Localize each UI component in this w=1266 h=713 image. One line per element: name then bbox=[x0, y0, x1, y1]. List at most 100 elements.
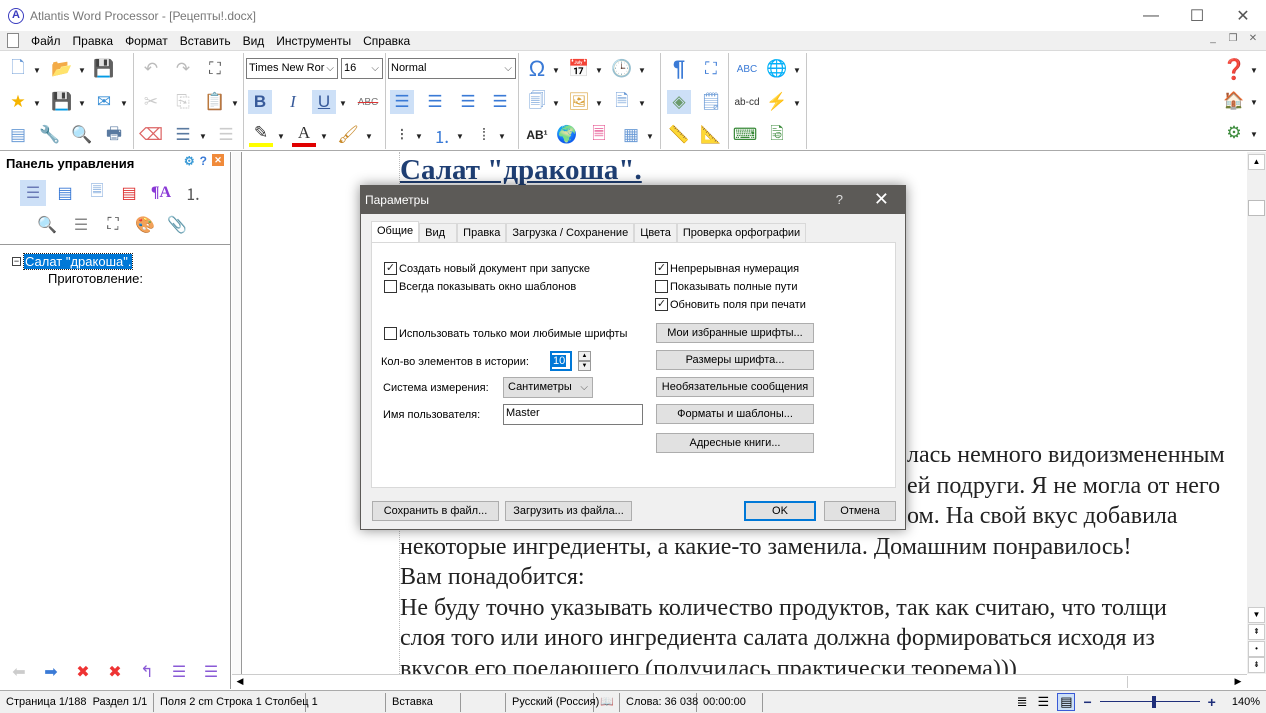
menu-help[interactable]: Справка bbox=[357, 34, 416, 48]
styles-icon[interactable]: ¶A bbox=[148, 180, 174, 206]
open-folder-icon[interactable]: 📂 bbox=[50, 57, 74, 81]
bullet-list-dropdown-icon[interactable]: ▼ bbox=[415, 132, 423, 141]
scroll-left-arrow-icon[interactable]: ◀ bbox=[233, 676, 247, 687]
checkbox-box[interactable] bbox=[384, 280, 397, 293]
spin-down-arrow-icon[interactable]: ▼ bbox=[578, 361, 591, 371]
checkbox-continuous-numbering[interactable]: ✓ Непрерывная нумерация bbox=[655, 262, 799, 275]
cut-icon[interactable]: ✂ bbox=[139, 90, 163, 114]
load-from-file-button[interactable]: Загрузить из файла... bbox=[505, 501, 632, 521]
status-language[interactable]: Русский (Россия) bbox=[506, 692, 599, 712]
vertical-ruler-icon[interactable]: 📐 bbox=[699, 123, 723, 147]
checkbox-box[interactable] bbox=[384, 327, 397, 340]
menu-tools[interactable]: Инструменты bbox=[270, 34, 357, 48]
tree-node-label[interactable]: Салат "дракоша". bbox=[22, 253, 134, 270]
web-check-dropdown-icon[interactable]: ▼ bbox=[793, 66, 801, 75]
maximize-button[interactable]: ☐ bbox=[1174, 0, 1220, 31]
next-page-icon[interactable]: ⇟ bbox=[1248, 657, 1265, 673]
page-thumbnails-icon[interactable]: 🗏 bbox=[84, 180, 110, 206]
bookmark-icon[interactable]: 🗏 bbox=[587, 123, 611, 147]
copy-icon[interactable]: ⎘ bbox=[171, 90, 195, 114]
tree-node-child[interactable]: Приготовление: bbox=[48, 271, 143, 286]
save-as-dropdown-icon[interactable]: ▼ bbox=[78, 99, 86, 108]
delete-heading-icon[interactable]: ✖ bbox=[70, 662, 96, 686]
tab-load-save[interactable]: Загрузка / Сохранение bbox=[506, 223, 635, 242]
history-count-input[interactable]: 10 bbox=[550, 351, 572, 371]
zoom-slider-knob[interactable] bbox=[1152, 696, 1157, 708]
close-window-button[interactable]: ✕ bbox=[1220, 0, 1266, 31]
auto-correct-dropdown-icon[interactable]: ▼ bbox=[793, 99, 801, 108]
insert-time-clock-icon[interactable]: 🕒 bbox=[610, 57, 634, 81]
dialog-help-button[interactable]: ? bbox=[836, 192, 843, 207]
insert-picture-icon[interactable]: 🖼 bbox=[567, 90, 591, 114]
checkbox-box[interactable] bbox=[655, 280, 668, 293]
menu-insert[interactable]: Вставить bbox=[174, 34, 237, 48]
checkbox-box[interactable]: ✓ bbox=[655, 298, 668, 311]
numbered-list-icon[interactable]: ⒈ bbox=[430, 123, 454, 147]
new-document-icon[interactable]: 🗋 bbox=[6, 57, 30, 81]
redo-icon[interactable]: ↷ bbox=[171, 57, 195, 81]
tab-view[interactable]: Вид bbox=[419, 223, 458, 242]
panel-help-icon[interactable]: ? bbox=[200, 154, 207, 168]
paste-dropdown-icon[interactable]: ▼ bbox=[231, 99, 239, 108]
insert-date-calendar-icon[interactable]: 📅 bbox=[567, 57, 591, 81]
save-to-file-button[interactable]: Сохранить в файл... bbox=[372, 501, 499, 521]
zoom-in-button[interactable]: + bbox=[1208, 694, 1216, 710]
normal-view-icon[interactable]: ☰ bbox=[1038, 694, 1050, 710]
mdi-restore-button[interactable]: ❐ bbox=[1224, 33, 1242, 48]
promote-heading-icon[interactable]: ↰ bbox=[134, 662, 160, 686]
email-icon[interactable]: ✉ bbox=[92, 90, 116, 114]
zoom-slider[interactable] bbox=[1099, 696, 1200, 708]
italic-button[interactable]: I bbox=[281, 90, 305, 114]
format-painter-dropdown-icon[interactable]: ▼ bbox=[365, 132, 373, 141]
auto-correct-lightning-icon[interactable]: ⚡ bbox=[765, 90, 789, 114]
track-changes-icon[interactable]: 🗒 bbox=[699, 90, 723, 114]
checkbox-favorite-fonts-only[interactable]: Использовать только мои любимые шрифты bbox=[384, 327, 627, 340]
paragraph-list-icon[interactable]: ☰ bbox=[68, 212, 94, 238]
user-name-input[interactable]: Master bbox=[503, 404, 643, 425]
open-dropdown-icon[interactable]: ▼ bbox=[78, 66, 86, 75]
scroll-up-arrow-icon[interactable]: ▲ bbox=[1248, 154, 1265, 170]
draft-view-icon[interactable]: ≣ bbox=[1017, 694, 1028, 710]
checkbox-full-paths[interactable]: Показывать полные пути bbox=[655, 280, 798, 293]
find-binoculars-icon[interactable]: ⛶ bbox=[100, 212, 126, 238]
hyphenation-icon[interactable]: ab-cd bbox=[733, 90, 761, 114]
tab-edit[interactable]: Правка bbox=[457, 223, 507, 242]
print-preview-icon[interactable]: 🔍 bbox=[70, 123, 94, 147]
insert-table-icon[interactable]: ▦ bbox=[619, 123, 643, 147]
tab-colors[interactable]: Цвета bbox=[634, 223, 677, 242]
panel-settings-gear-icon[interactable]: ⚙ bbox=[184, 154, 195, 168]
numbered-list-dropdown-icon[interactable]: ▼ bbox=[456, 132, 464, 141]
table-dropdown-icon[interactable]: ▼ bbox=[646, 132, 654, 141]
footnote-button[interactable]: AB¹ bbox=[523, 123, 551, 147]
print-layout-icon[interactable]: ▤ bbox=[6, 123, 30, 147]
paste-icon[interactable]: 📋 bbox=[203, 90, 227, 114]
favorite-fonts-button[interactable]: Мои избранные шрифты... bbox=[656, 323, 814, 343]
keyboard-shortcut-icon[interactable]: ⌨ bbox=[733, 123, 758, 147]
align-left-icon[interactable]: ☰ bbox=[390, 90, 414, 114]
units-select[interactable]: Сантиметры ⌵ bbox=[503, 377, 593, 398]
checkbox-box[interactable]: ✓ bbox=[384, 262, 397, 275]
zoom-level[interactable]: 140% bbox=[1232, 696, 1260, 708]
page-view-icon[interactable]: ▤ bbox=[1057, 693, 1076, 711]
paragraph-spacing-icon[interactable]: ☰ bbox=[214, 123, 238, 147]
favorites-star-icon[interactable]: ★ bbox=[6, 90, 30, 114]
multilevel-list-dropdown-icon[interactable]: ▼ bbox=[498, 132, 506, 141]
mdi-close-button[interactable]: ✕ bbox=[1244, 33, 1262, 48]
bold-button[interactable]: B bbox=[248, 90, 272, 114]
status-insert-mode[interactable]: Вставка bbox=[386, 692, 461, 712]
document-menu-icon[interactable] bbox=[7, 33, 19, 48]
collapse-icon[interactable]: − bbox=[12, 257, 21, 266]
show-formatting-pilcrow-icon[interactable]: ¶ bbox=[667, 56, 691, 81]
numbering-list-icon[interactable]: ⒈ bbox=[180, 180, 206, 206]
strikethrough-button[interactable]: ABC bbox=[354, 90, 382, 114]
horizontal-ruler-icon[interactable]: 📏 bbox=[667, 123, 691, 147]
clips-paperclip-icon[interactable]: 📎 bbox=[164, 212, 190, 238]
minimize-button[interactable]: — bbox=[1128, 0, 1174, 31]
font-size-select[interactable]: 16 ⌵ bbox=[341, 58, 383, 79]
eraser-icon[interactable]: ⌫ bbox=[139, 123, 163, 147]
cancel-button[interactable]: Отмена bbox=[824, 501, 896, 521]
help-icon[interactable]: ❓ bbox=[1222, 57, 1247, 81]
optional-messages-button[interactable]: Необязательные сообщения bbox=[656, 377, 814, 397]
undo-icon[interactable]: ↶ bbox=[139, 57, 163, 81]
line-spacing-dropdown-icon[interactable]: ▼ bbox=[199, 132, 207, 141]
